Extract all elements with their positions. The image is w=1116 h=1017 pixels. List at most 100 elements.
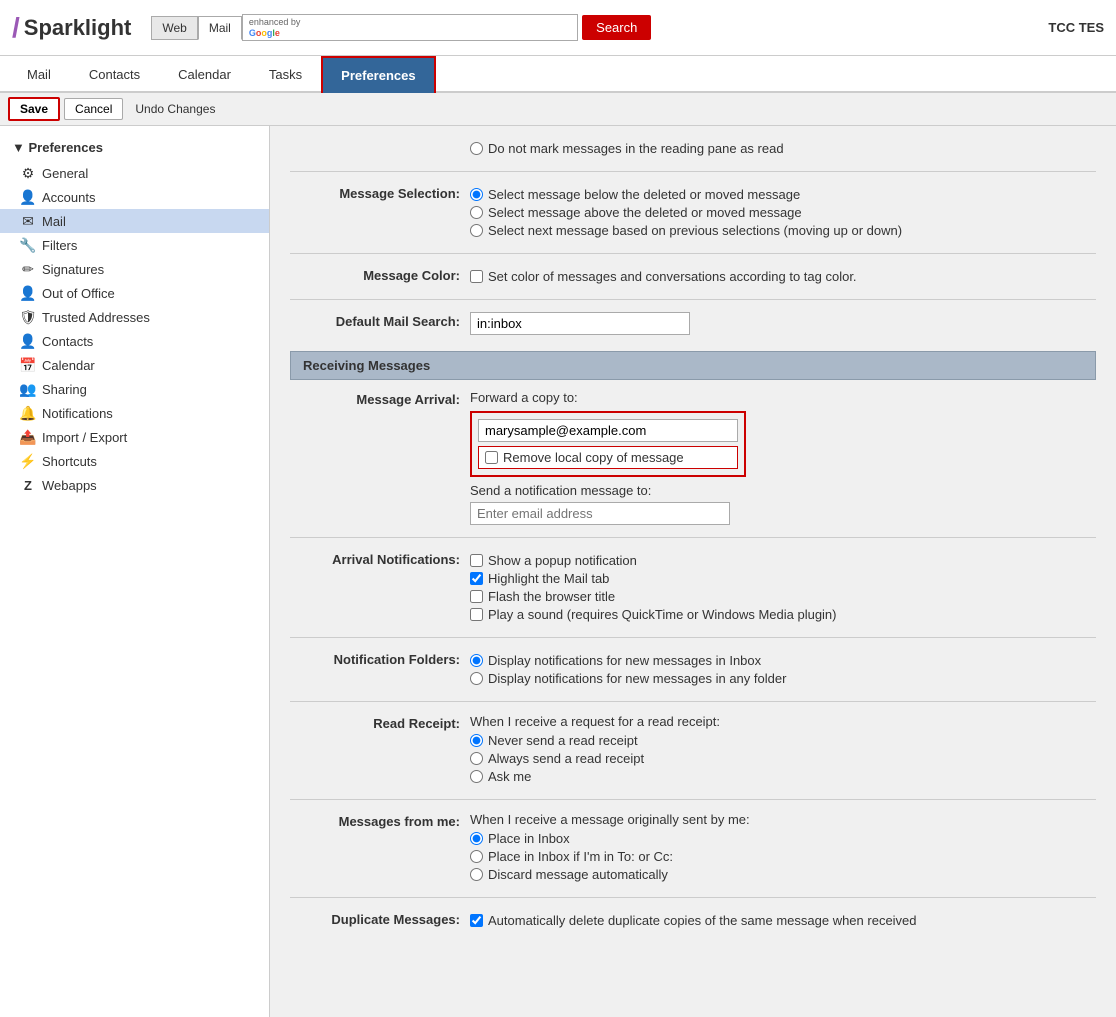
messages-from-me-intro: When I receive a message originally sent… [470,812,1096,827]
radio-next-input[interactable] [470,224,483,237]
accounts-icon: 👤 [20,189,36,205]
sidebar-item-trusted-addresses[interactable]: 🛡 Trusted Addresses [0,305,269,329]
sidebar-item-webapps[interactable]: Z Webapps [0,473,269,497]
receiving-messages-header: Receiving Messages [290,351,1096,380]
radio-above-input[interactable] [470,206,483,219]
gear-icon: ⚙ [20,165,36,181]
forward-email-input[interactable] [478,419,738,442]
radio-below-input[interactable] [470,188,483,201]
main-layout: ▼ Preferences ⚙ General 👤 Accounts ✉ Mai… [0,126,1116,1017]
sidebar-item-mail[interactable]: ✉ Mail [0,209,269,233]
sidebar-label-sharing: Sharing [42,382,87,397]
radio-place-inbox-input[interactable] [470,832,483,845]
sidebar-item-general[interactable]: ⚙ General [0,161,269,185]
forward-copy-label: Forward a copy to: [470,390,1096,405]
out-of-office-icon: 👤 [20,285,36,301]
sidebar-label-mail: Mail [42,214,66,229]
check-flash-title-input[interactable] [470,590,483,603]
sidebar-item-sharing[interactable]: 👥 Sharing [0,377,269,401]
trusted-icon: 🛡 [20,309,36,325]
webapps-icon: Z [20,477,36,493]
sidebar-label-contacts: Contacts [42,334,93,349]
radio-inbox-only-input[interactable] [470,654,483,667]
arrival-notifications-label: Arrival Notifications: [290,550,470,567]
sharing-icon: 👥 [20,381,36,397]
check-popup-input[interactable] [470,554,483,567]
sidebar-item-import-export[interactable]: 📤 Import / Export [0,425,269,449]
notification-label: Send a notification message to: [470,483,1096,498]
tab-tasks[interactable]: Tasks [250,56,321,93]
sidebar-item-calendar[interactable]: 📅 Calendar [0,353,269,377]
message-selection-content: Select message below the deleted or move… [470,184,1096,241]
check-auto-delete-dupe: Automatically delete duplicate copies of… [470,913,1096,928]
divider7 [290,799,1096,800]
message-arrival-content: Forward a copy to: Remove local copy of … [470,390,1096,525]
sidebar-item-contacts[interactable]: 👤 Contacts [0,329,269,353]
radio-do-not-mark-input[interactable] [470,142,483,155]
google-e-red: e [275,28,280,38]
tab-mail[interactable]: Mail [8,56,70,93]
remove-local-checkbox[interactable] [485,451,498,464]
nav-tabs: Mail Contacts Calendar Tasks Preferences [0,56,1116,93]
radio-place-inbox-if-in-to-cc-input[interactable] [470,850,483,863]
notification-email-input[interactable] [470,502,730,525]
check-play-sound-input[interactable] [470,608,483,621]
tab-contacts[interactable]: Contacts [70,56,159,93]
check-play-sound: Play a sound (requires QuickTime or Wind… [470,607,1096,622]
search-button[interactable]: Search [582,15,651,40]
remove-local-box: Remove local copy of message [478,446,738,469]
sidebar: ▼ Preferences ⚙ General 👤 Accounts ✉ Mai… [0,126,270,1017]
radio-inbox-only-label: Display notifications for new messages i… [488,653,761,668]
divider3 [290,299,1096,300]
radio-below-label: Select message below the deleted or move… [488,187,800,202]
divider5 [290,637,1096,638]
signatures-icon: ✏ [20,261,36,277]
cancel-button[interactable]: Cancel [64,98,123,120]
default-search-input[interactable] [470,312,690,335]
radio-any-folder-input[interactable] [470,672,483,685]
sidebar-item-filters[interactable]: 🔧 Filters [0,233,269,257]
contacts-icon: 👤 [20,333,36,349]
default-search-row: Default Mail Search: [290,312,1096,335]
arrival-notifications-content: Show a popup notification Highlight the … [470,550,1096,625]
logo-text: Sparklight [24,15,132,41]
radio-always-read-receipt-label: Always send a read receipt [488,751,644,766]
toolbar: Save Cancel Undo Changes [0,93,1116,126]
messages-from-me-label: Messages from me: [290,812,470,829]
sidebar-item-out-of-office[interactable]: 👤 Out of Office [0,281,269,305]
sidebar-item-shortcuts[interactable]: ⚡ Shortcuts [0,449,269,473]
radio-never-read-receipt-input[interactable] [470,734,483,747]
sidebar-item-accounts[interactable]: 👤 Accounts [0,185,269,209]
radio-always-read-receipt-input[interactable] [470,752,483,765]
radio-place-inbox-label: Place in Inbox [488,831,570,846]
reading-pane-label [290,138,470,140]
check-color-input[interactable] [470,270,483,283]
undo-changes-link[interactable]: Undo Changes [135,102,215,116]
tab-calendar[interactable]: Calendar [159,56,250,93]
radio-next-label: Select next message based on previous se… [488,223,902,238]
tab-preferences[interactable]: Preferences [321,56,435,93]
search-input[interactable] [306,20,571,35]
search-tab-mail[interactable]: Mail [198,16,242,40]
sidebar-label-general: General [42,166,88,181]
shortcuts-icon: ⚡ [20,453,36,469]
sidebar-item-signatures[interactable]: ✏ Signatures [0,257,269,281]
radio-never-read-receipt-label: Never send a read receipt [488,733,638,748]
import-export-icon: 📤 [20,429,36,445]
save-button[interactable]: Save [8,97,60,121]
sidebar-item-notifications[interactable]: 🔔 Notifications [0,401,269,425]
check-highlight-mail-input[interactable] [470,572,483,585]
search-tab-web[interactable]: Web [151,16,197,40]
radio-ask-read-receipt-input[interactable] [470,770,483,783]
search-input-wrap: enhanced by Google [242,14,578,42]
read-receipt-label: Read Receipt: [290,714,470,731]
check-auto-delete-dupe-input[interactable] [470,914,483,927]
notification-folders-row: Notification Folders: Display notificati… [290,650,1096,689]
radio-discard-input[interactable] [470,868,483,881]
radio-above: Select message above the deleted or move… [470,205,1096,220]
check-flash-title: Flash the browser title [470,589,1096,604]
radio-any-folder-label: Display notifications for new messages i… [488,671,786,686]
check-highlight-mail: Highlight the Mail tab [470,571,1096,586]
divider6 [290,701,1096,702]
sidebar-label-filters: Filters [42,238,77,253]
